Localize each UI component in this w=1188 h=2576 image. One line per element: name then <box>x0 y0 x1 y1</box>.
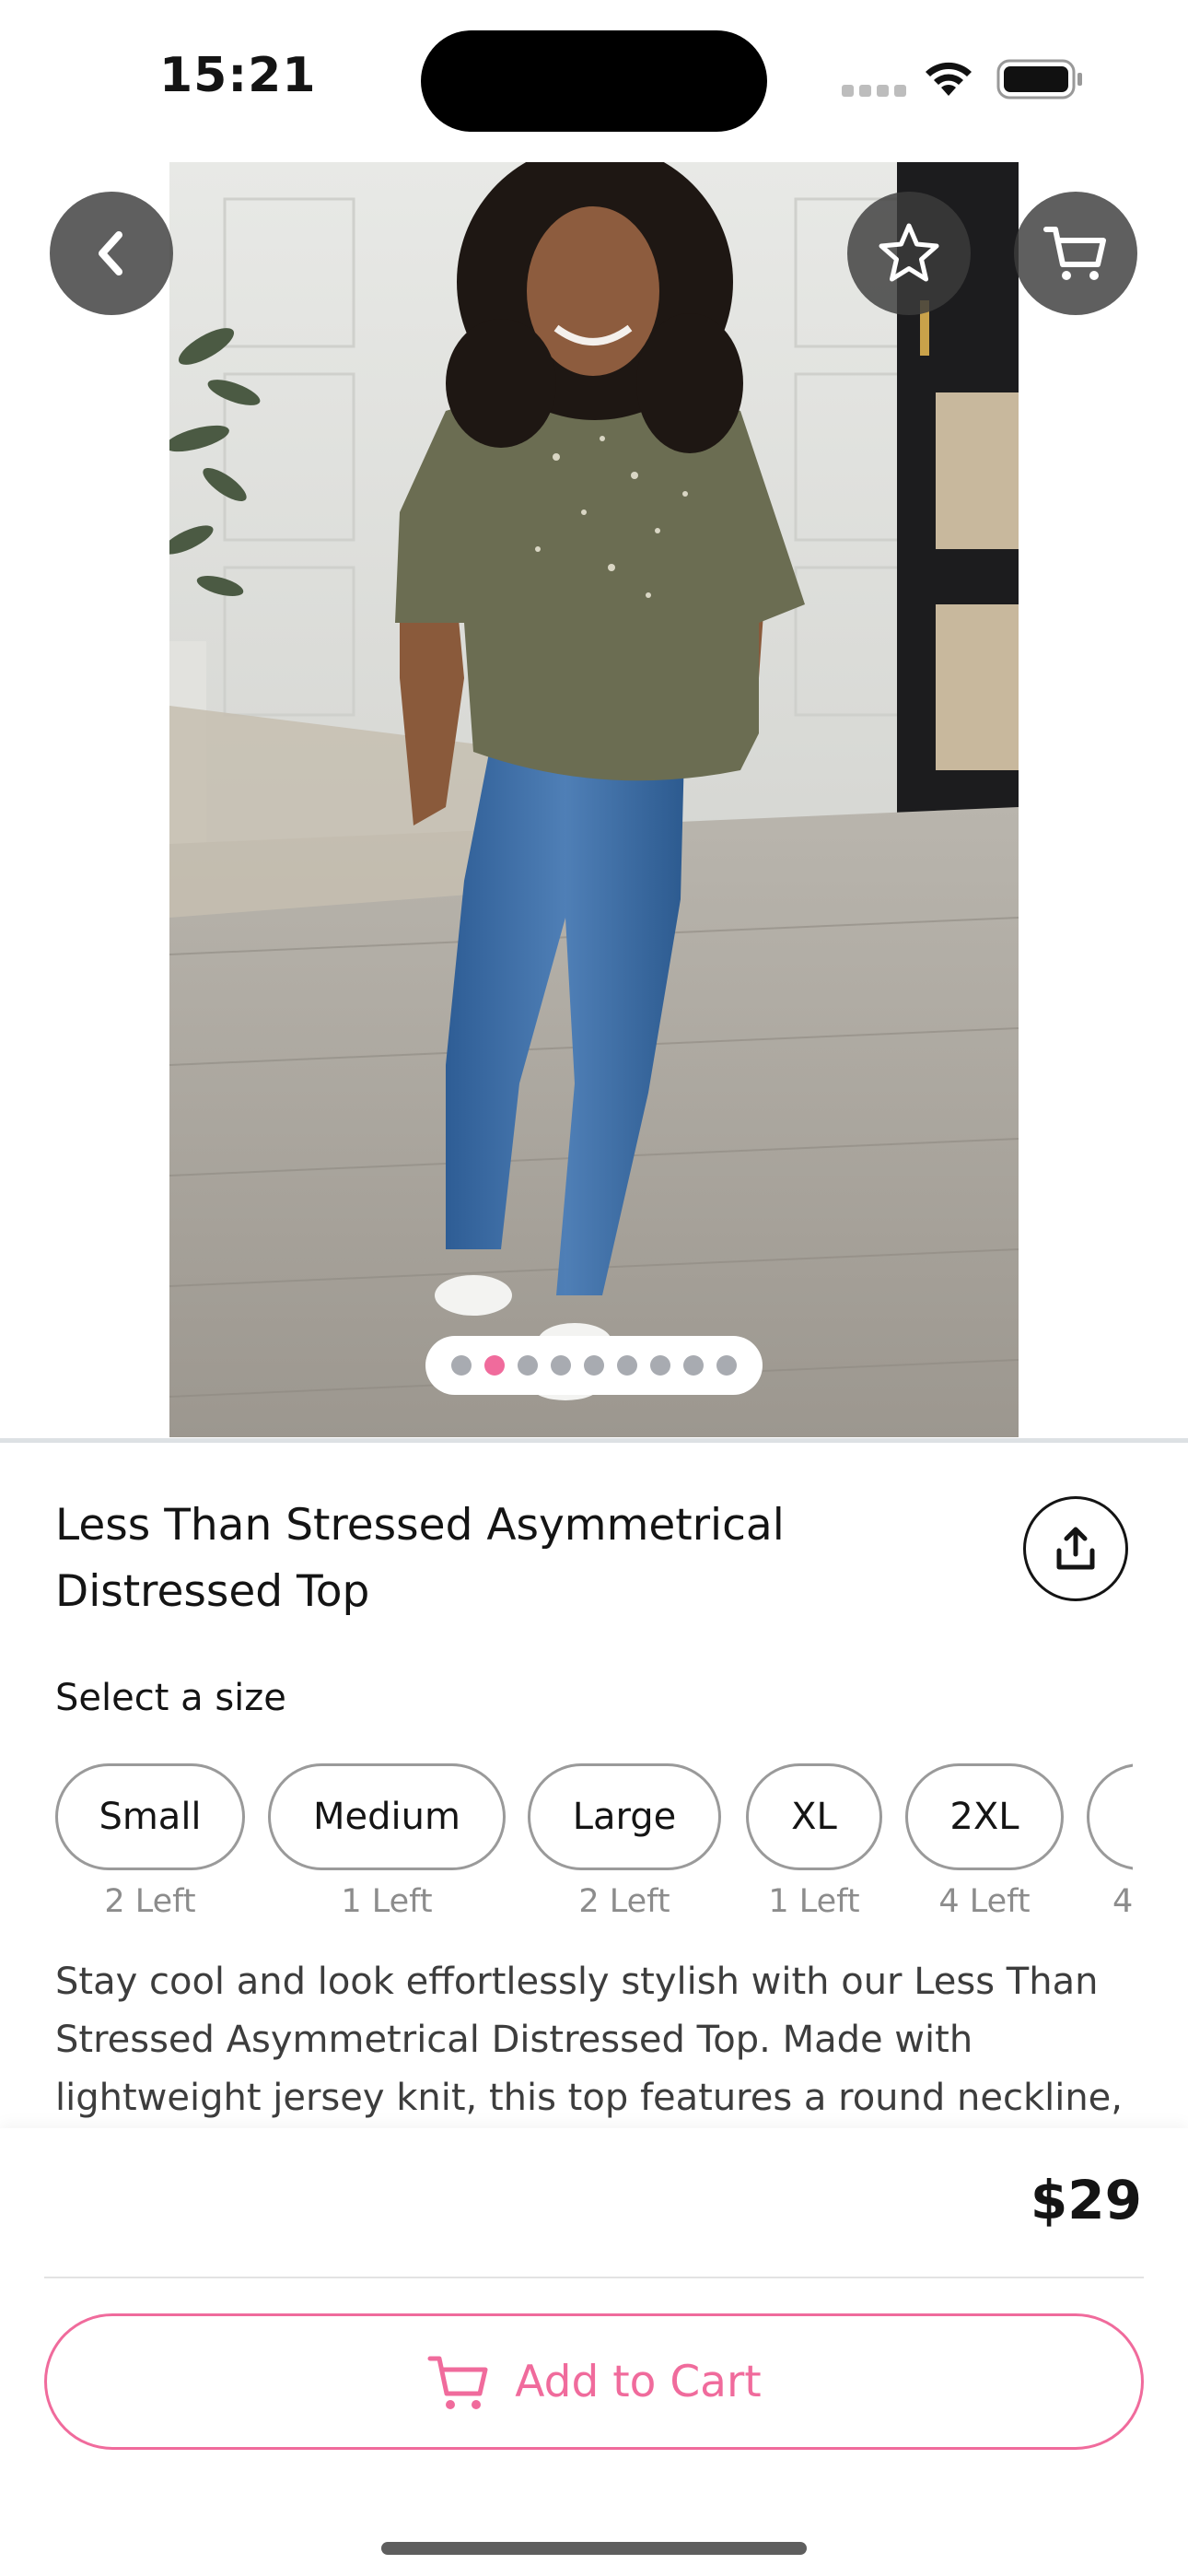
share-icon <box>1056 1527 1095 1570</box>
add-to-cart-button[interactable]: Add to Cart <box>44 2313 1144 2450</box>
size-option-large[interactable]: Large 2 Left <box>528 1763 721 1920</box>
cellular-signal-icon <box>842 85 906 97</box>
pager-dot[interactable] <box>518 1355 538 1376</box>
pager-dot[interactable] <box>650 1355 670 1376</box>
size-stock: 1 Left <box>341 1883 433 1920</box>
size-option-medium[interactable]: Medium 1 Left <box>268 1763 506 1920</box>
product-price: $29 <box>1030 2169 1142 2231</box>
size-option-xl[interactable]: XL 1 Left <box>746 1763 882 1920</box>
size-selector: Small 2 Left Medium 1 Left Large 2 Left … <box>55 1763 1133 1948</box>
size-pill[interactable]: Medium <box>268 1763 506 1870</box>
battery-icon <box>996 59 1085 103</box>
star-icon <box>879 223 939 282</box>
pager-dot[interactable] <box>716 1355 737 1376</box>
size-stock: 1 Left <box>768 1883 860 1920</box>
shopping-cart-icon <box>1043 227 1106 280</box>
size-stock: 2 Left <box>104 1883 196 1920</box>
favorite-button[interactable] <box>847 192 971 315</box>
wifi-icon <box>921 55 976 101</box>
product-description: Stay cool and look effortlessly stylish … <box>55 1961 1124 2119</box>
product-image[interactable] <box>169 162 1019 1437</box>
size-stock: 4 Left <box>938 1883 1031 1920</box>
size-pill[interactable]: Large <box>528 1763 721 1870</box>
pager-dot[interactable] <box>451 1355 472 1376</box>
divider <box>0 1438 1188 1443</box>
size-pill[interactable] <box>1087 1763 1133 1870</box>
home-indicator[interactable] <box>381 2542 807 2555</box>
shopping-cart-icon <box>427 2356 488 2409</box>
share-button[interactable] <box>1023 1496 1128 1601</box>
divider <box>44 2277 1144 2278</box>
product-title: Less Than Stressed Asymmetrical Distress… <box>55 1500 785 1617</box>
pager-dot[interactable] <box>617 1355 637 1376</box>
add-to-cart-label: Add to Cart <box>515 2356 762 2407</box>
size-stock: 2 Left <box>578 1883 670 1920</box>
size-pill[interactable]: Small <box>55 1763 245 1870</box>
dynamic-island <box>421 30 767 132</box>
size-option-2xl[interactable]: 2XL 4 Left <box>905 1763 1064 1920</box>
pager-dot[interactable] <box>484 1355 505 1376</box>
image-pager[interactable] <box>425 1336 763 1395</box>
size-pill[interactable]: XL <box>746 1763 882 1870</box>
pager-dot[interactable] <box>683 1355 704 1376</box>
cart-button[interactable] <box>1014 192 1137 315</box>
status-bar: 15:21 <box>0 0 1188 157</box>
size-option-partial[interactable]: 4 <box>1087 1763 1133 1920</box>
pager-dot[interactable] <box>584 1355 604 1376</box>
size-label: Select a size <box>55 1677 286 1719</box>
status-time: 15:21 <box>159 48 317 103</box>
chevron-left-icon <box>99 231 122 275</box>
pager-dot[interactable] <box>551 1355 571 1376</box>
back-button[interactable] <box>50 192 173 315</box>
size-pill[interactable]: 2XL <box>905 1763 1064 1870</box>
size-option-small[interactable]: Small 2 Left <box>55 1763 245 1920</box>
size-stock: 4 <box>1112 1883 1133 1920</box>
